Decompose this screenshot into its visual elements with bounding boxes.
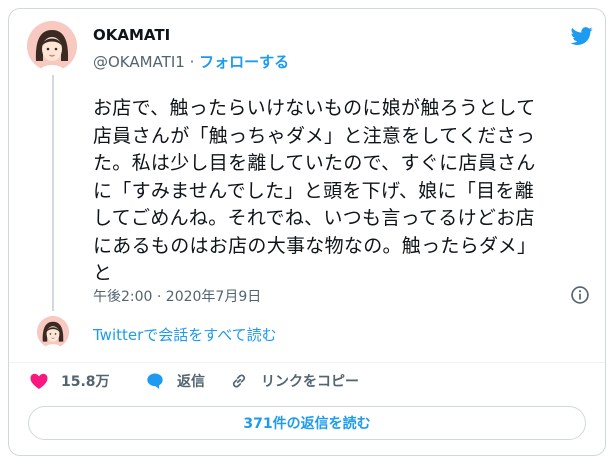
tweet-text-line: 店員さんが「触っちゃダメ」と注意をしてくださっ (93, 124, 536, 147)
tweet-text-line: してごめんね。それでね、いつも言ってるけどお店 (93, 207, 535, 229)
follow-button[interactable]: フォローする (199, 53, 289, 71)
conversation-avatar[interactable] (37, 316, 69, 348)
handle-separator: · (184, 53, 200, 71)
tweet-card: OKAMATI @OKAMATI1 · フォローする お店で、触ったらいけないも… (8, 8, 606, 456)
twitter-bird-icon[interactable] (569, 25, 595, 47)
like-count: 15.8万 (61, 374, 110, 390)
info-icon[interactable] (570, 285, 590, 305)
tweet-text-line: に「すみませんでした」と頭を下げ、娘に「目を離 (93, 179, 535, 202)
read-conversation-link[interactable]: Twitterで会話をすべて読む (93, 324, 277, 345)
read-replies-button[interactable]: 371件の返信を読む (28, 406, 586, 440)
avatar-illustration (37, 316, 69, 348)
copy-link-label: リンクをコピー (261, 374, 359, 390)
author-handle-row: @OKAMATI1 · フォローする (93, 51, 289, 72)
reply-bubble-icon (147, 373, 163, 389)
like-button[interactable]: 15.8万 (29, 371, 110, 391)
tweet-text-line: た。私は少し目を離していたので、すぐに店員さん (93, 152, 536, 174)
action-bar: 15.8万 返信 リンクをコピー (29, 371, 589, 397)
heart-icon (30, 373, 48, 389)
tweet-text-line: にあるものはお店の大事な物なの。触ったらダメ」 (93, 234, 537, 257)
tweet-timestamp[interactable]: 午後2:00 · 2020年7月9日 (93, 286, 261, 306)
link-icon (232, 374, 246, 388)
divider (9, 362, 605, 363)
tweet-text: お店で、触ったらいけないものに娘が触ろうとして 店員さんが「触っちゃダメ」と注意… (93, 95, 593, 288)
avatar-illustration (27, 21, 77, 71)
reply-button[interactable]: 返信 (145, 371, 205, 391)
author-handle[interactable]: @OKAMATI1 (93, 53, 185, 71)
author-name[interactable]: OKAMATI (93, 26, 170, 44)
reply-label: 返信 (177, 374, 205, 390)
copy-link-button[interactable]: リンクをコピー (229, 371, 359, 391)
avatar[interactable] (27, 21, 77, 71)
tweet-text-line: と (93, 262, 113, 284)
thread-line (52, 75, 54, 311)
tweet-text-line: お店で、触ったらいけないものに娘が触ろうとして (93, 97, 536, 119)
